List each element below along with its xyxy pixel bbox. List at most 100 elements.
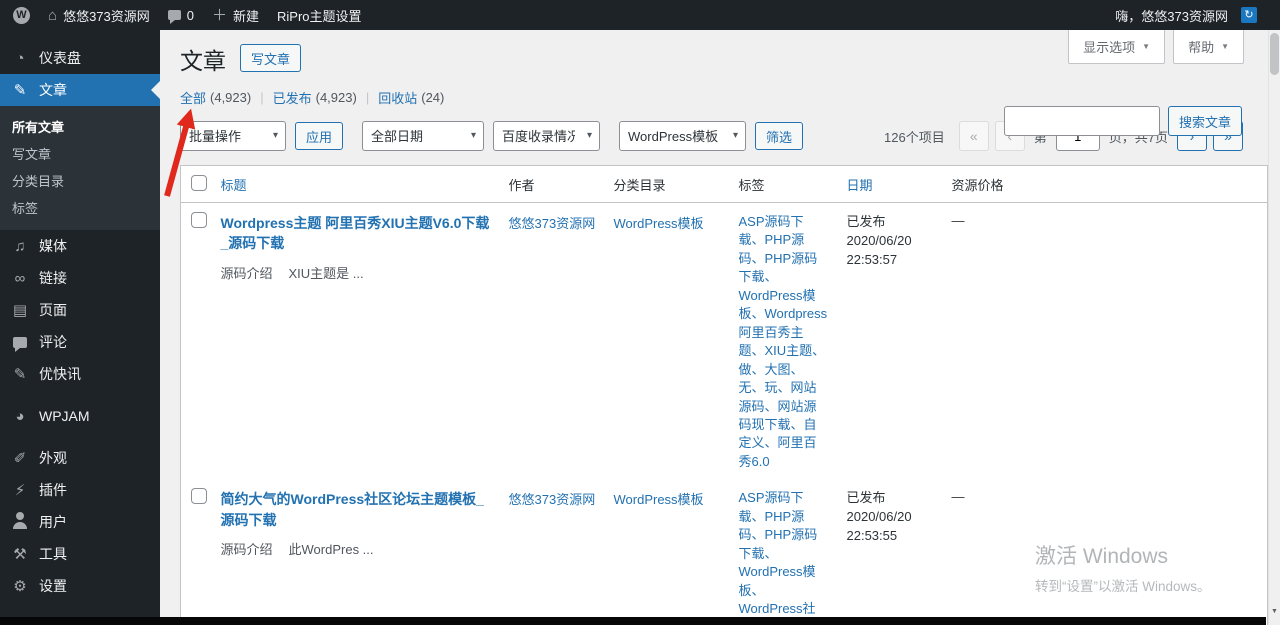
filter-button[interactable]: 筛选 [755, 122, 804, 150]
wordpress-logo-icon: W [13, 6, 30, 24]
admin-bar-account[interactable]: 嗨，悠悠373资源网 ↻ [1106, 0, 1266, 30]
sidebar-item-youkuaixun[interactable]: ✎ 优快讯 [0, 358, 160, 390]
post-date: 2020/06/20 [846, 509, 912, 525]
gauge-icon: ◕ [15, 407, 25, 425]
sidebar-item-new-post[interactable]: 写文章 [0, 141, 160, 168]
post-excerpt: 源码介绍 XIU主题是 ... [220, 265, 364, 281]
filter-trash-link[interactable]: 回收站 [378, 88, 417, 107]
category-link[interactable]: WordPress模板 [614, 216, 704, 231]
posts-submenu: 所有文章 写文章 分类目录 标签 [0, 106, 160, 230]
chevron-down-icon: ▼ [1221, 42, 1229, 51]
sidebar-item-categories[interactable]: 分类目录 [0, 168, 160, 195]
sidebar-item-settings[interactable]: ⚙ 设置 [0, 570, 160, 602]
account-greeting: 嗨，悠悠373资源网 [1115, 8, 1228, 24]
plugin-icon: ⚡ [14, 481, 26, 499]
wordpress-admin-screen: W ⌂ 悠悠373资源网 0 ＋ 新建 RiPro主题设置 嗨，悠悠373资源网… [0, 0, 1280, 625]
sidebar-item-tools[interactable]: ⚒ 工具 [0, 538, 160, 570]
baidu-index-filter-select[interactable]: 百度收录情况 [493, 121, 601, 151]
sidebar-item-dashboard[interactable]: ◔ 仪表盘 [0, 42, 160, 74]
main-content: 显示选项 ▼ 帮助 ▼ 文章 写文章 搜索文章 全部 (4,923) | 已发布… [160, 30, 1268, 625]
column-tags: 标签 [728, 165, 837, 203]
home-icon: ⌂ [48, 6, 58, 24]
pin-icon: ✎ [13, 81, 27, 99]
post-row: Wordpress主题 阿里百秀XIU主题V6.0下载_源码下载 源码介绍 XIU… [181, 203, 1268, 480]
scroll-down-icon[interactable]: ▼ [1269, 608, 1280, 615]
admin-bar-new-menu[interactable]: ＋ 新建 [203, 0, 268, 30]
column-category: 分类目录 [603, 165, 729, 203]
post-date-cell: 已发布 2020/06/20 22:53:55 [837, 479, 942, 625]
author-link[interactable]: 悠悠373资源网 [509, 492, 596, 507]
search-box: 搜索文章 [1003, 106, 1242, 136]
post-status: 已发布 [846, 490, 886, 506]
screen-options-tab[interactable]: 显示选项 ▼ [1068, 30, 1166, 64]
menu-separator [0, 390, 160, 400]
search-posts-button[interactable]: 搜索文章 [1167, 106, 1242, 136]
filter-all-link[interactable]: 全部 [180, 88, 206, 107]
search-input[interactable] [1003, 106, 1160, 136]
pages-icon: ▤ [12, 301, 28, 319]
row-checkbox[interactable] [191, 488, 207, 505]
vertical-scrollbar[interactable]: ▼ [1268, 30, 1280, 625]
admin-bar-ripro-settings[interactable]: RiPro主题设置 [268, 0, 371, 30]
sidebar-item-comments[interactable]: 评论 [0, 326, 160, 358]
add-new-post-button[interactable]: 写文章 [240, 44, 302, 72]
comments-count: 0 [186, 7, 194, 23]
help-tab[interactable]: 帮助 ▼ [1173, 30, 1244, 64]
sidebar-item-posts[interactable]: ✎ 文章 [0, 74, 160, 106]
sidebar-item-wpjam[interactable]: ◕ WPJAM [0, 400, 160, 432]
table-header-row: 标题 作者 分类目录 标签 日期 资源价格 [180, 165, 1268, 203]
items-count: 126个项目 [884, 129, 945, 145]
tag-links[interactable]: ASP源码下载、PHP源码、PHP源码下载、WordPress模板、Wordpr… [739, 213, 829, 471]
sidebar-item-appearance[interactable]: ✐ 外观 [0, 442, 160, 474]
sidebar-item-pages[interactable]: ▤ 页面 [0, 294, 160, 326]
post-time: 22:53:57 [846, 251, 898, 267]
category-filter-select[interactable]: WordPress模板 [619, 121, 747, 151]
wordpress-logo-menu[interactable]: W [4, 0, 39, 30]
admin-bar-site-link[interactable]: ⌂ 悠悠373资源网 [39, 0, 159, 30]
column-price: 资源价格 [941, 165, 1049, 203]
column-author: 作者 [498, 165, 604, 203]
bulk-action-select[interactable]: 批量操作 [180, 121, 286, 151]
admin-bar-comments[interactable]: 0 [159, 0, 203, 30]
menu-separator [0, 432, 160, 442]
author-link[interactable]: 悠悠373资源网 [509, 216, 596, 231]
sidebar-item-tags[interactable]: 标签 [0, 195, 160, 222]
sidebar-item-media[interactable]: ♫ 媒体 [0, 230, 160, 262]
post-title-link[interactable]: Wordpress主题 阿里百秀XIU主题V6.0下载_源码下载 [221, 213, 491, 254]
select-all-checkbox[interactable] [191, 175, 207, 191]
new-label: 新建 [233, 8, 260, 24]
post-title-link[interactable]: 简约大气的WordPress社区论坛主题模板_源码下载 [221, 489, 491, 530]
post-price: — [951, 489, 965, 505]
media-icon: ♫ [14, 237, 26, 255]
post-price: — [951, 213, 965, 228]
page-title: 文章 [180, 48, 226, 74]
pin-icon: ✎ [13, 365, 27, 383]
posts-table: 标题 作者 分类目录 标签 日期 资源价格 Wordpress主题 阿里百秀XI… [180, 165, 1268, 625]
plus-icon: ＋ [212, 6, 228, 24]
first-page-button[interactable]: « [958, 121, 989, 151]
settings-icon: ⚙ [13, 577, 27, 595]
post-row: 简约大气的WordPress社区论坛主题模板_源码下载 源码介绍 此WordPre… [181, 479, 1268, 625]
row-checkbox[interactable] [191, 212, 207, 228]
dashboard-icon: ◔ [15, 49, 25, 67]
sidebar-item-links[interactable]: ∞ 链接 [0, 262, 160, 294]
category-link[interactable]: WordPress模板 [614, 492, 704, 507]
sidebar-item-users[interactable]: 用户 [0, 506, 160, 538]
filter-published-link[interactable]: 已发布 [273, 88, 312, 107]
admin-sidebar: ◔ 仪表盘 ✎ 文章 所有文章 写文章 分类目录 标签 ♫ 媒体 ∞ 链接 ▤ … [0, 30, 160, 625]
post-date-cell: 已发布 2020/06/20 22:53:57 [837, 203, 942, 480]
chevron-down-icon: ▼ [1142, 42, 1151, 51]
scrollbar-thumb[interactable] [1270, 33, 1279, 75]
link-icon: ∞ [14, 269, 26, 287]
apply-button[interactable]: 应用 [295, 122, 344, 150]
sidebar-item-all-posts[interactable]: 所有文章 [0, 114, 160, 141]
post-status: 已发布 [846, 214, 886, 229]
sidebar-item-plugins[interactable]: ⚡ 插件 [0, 474, 160, 506]
column-date[interactable]: 日期 [836, 165, 942, 203]
post-excerpt: 源码介绍 此WordPres ... [220, 541, 374, 557]
comment-bubble-icon [10, 336, 30, 352]
comment-bubble-icon [167, 10, 181, 24]
tag-links[interactable]: ASP源码下载、PHP源码、PHP源码下载、WordPress模板、WordPr… [739, 489, 829, 625]
date-filter-select[interactable]: 全部日期 [362, 121, 485, 151]
column-title[interactable]: 标题 [210, 165, 499, 203]
